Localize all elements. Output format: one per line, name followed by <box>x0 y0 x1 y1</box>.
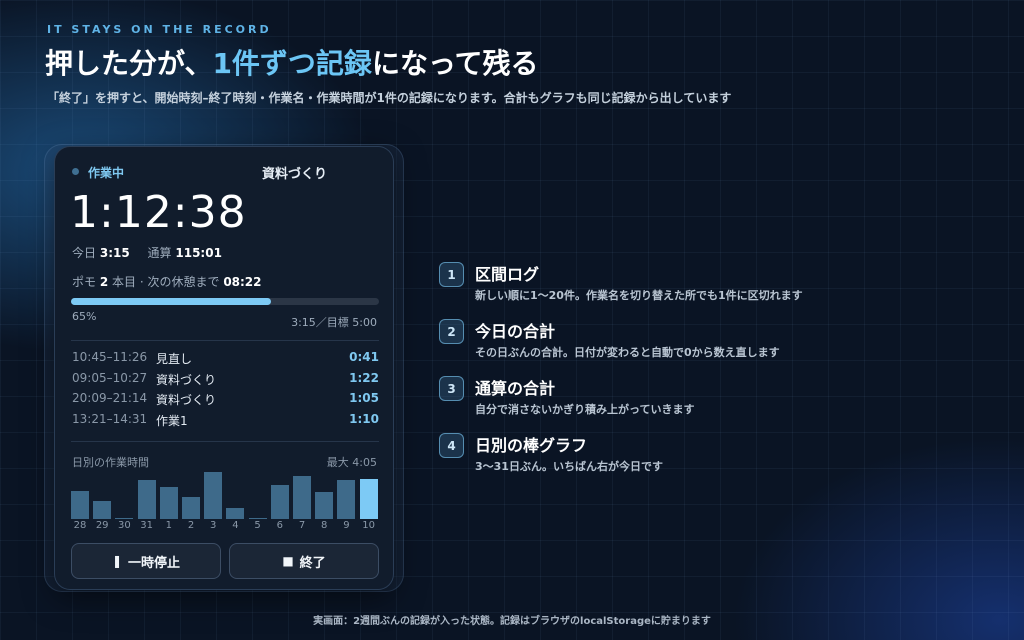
feature-title: 日別の棒グラフ <box>475 436 588 455</box>
bar-tick-label: 7 <box>298 520 306 531</box>
title-post: になって残る <box>371 47 539 80</box>
log-time: 13:21–14:31 <box>72 412 148 426</box>
feature-desc: 自分で消さないかぎり積み上がっていきます <box>475 403 695 416</box>
feature-number: 4 <box>439 433 464 458</box>
feature-desc: 新しい順に1〜20件。作業名を切り替えた所でも1件に区切れます <box>475 289 803 302</box>
feature-number: 3 <box>439 376 464 401</box>
stop-button[interactable]: ■ 終了 <box>229 543 379 579</box>
total-label: 通算 <box>147 246 172 260</box>
pause-label: 一時停止 <box>128 555 181 571</box>
divider <box>71 340 379 341</box>
goal-progress-fill <box>71 298 272 305</box>
feature-title: 区間ログ <box>475 265 540 284</box>
pomo-label: ポモ <box>72 275 97 289</box>
feature-number: 2 <box>439 319 464 344</box>
task-name: 資料づくり <box>262 167 328 182</box>
elapsed-timer: 1:12:38 <box>70 187 247 238</box>
title-pre: 押した分が、 <box>45 47 213 80</box>
feature-desc: 3〜31日ぶん。いちばん右が今日です <box>475 460 663 473</box>
goal-text: 3:15／目標 5:00 <box>291 316 377 329</box>
title-highlight: 1件ずつ記録 <box>212 47 372 80</box>
feature-title: 今日の合計 <box>475 322 556 341</box>
bar-tick-label: 9 <box>343 520 350 531</box>
log-time: 09:05–10:27 <box>72 371 148 385</box>
pomo-remaining: 08:22 <box>223 275 262 289</box>
goal-progress-bar <box>71 298 379 305</box>
pause-icon: ❚ <box>111 554 123 568</box>
totals-row: 今日 3:15 通算 115:01 <box>72 244 236 261</box>
total-value: 115:01 <box>175 246 222 260</box>
bar <box>71 491 89 519</box>
log-row: 09:05–10:27 資料づくり 1:22 <box>72 371 379 389</box>
log-duration: 0:41 <box>349 350 379 364</box>
bar <box>337 480 356 519</box>
today-value: 3:15 <box>99 246 130 260</box>
bar <box>293 476 311 519</box>
daily-bar-chart <box>71 469 381 519</box>
stop-icon: ■ <box>282 554 294 568</box>
bar-tick-label: 10 <box>362 520 375 531</box>
bar <box>315 492 334 519</box>
bar <box>93 501 112 519</box>
log-task-name: 資料づくり <box>156 373 217 387</box>
stop-label: 終了 <box>299 555 326 571</box>
bar-tick-label: 28 <box>73 520 87 531</box>
page-subtitle: 「終了」を押すと、開始時刻–終了時刻・作業名・作業時間が1件の記録になります。合… <box>47 91 732 105</box>
daily-bar-labels: 28 29 30 31 1 2 3 4 5 6 7 8 9 10 <box>71 520 381 534</box>
log-row: 20:09–21:14 資料づくり 1:05 <box>72 391 379 409</box>
chart-max-label: 最大 4:05 <box>326 456 377 469</box>
bar <box>115 518 134 519</box>
bar <box>182 497 200 519</box>
log-row: 13:21–14:31 作業1 1:10 <box>72 412 379 430</box>
bar-tick-label: 29 <box>95 520 109 531</box>
bar <box>137 480 156 519</box>
log-task-name: 資料づくり <box>156 393 217 407</box>
bar <box>159 487 178 519</box>
bar-tick-label: 4 <box>232 520 239 531</box>
progress-percent: 65% <box>72 310 97 323</box>
status-dot-icon <box>72 168 79 175</box>
bar-tick-label: 3 <box>210 520 217 531</box>
bar-tick-label: 30 <box>118 520 131 531</box>
log-time: 20:09–21:14 <box>72 391 148 405</box>
divider <box>71 441 379 442</box>
section-kicker: IT STAYS ON THE RECORD <box>47 23 272 36</box>
log-duration: 1:22 <box>349 371 379 385</box>
log-duration: 1:10 <box>349 412 379 426</box>
bar-tick-label: 1 <box>165 520 172 531</box>
log-duration: 1:05 <box>349 391 379 405</box>
status-label: 作業中 <box>88 166 125 180</box>
pomo-suffix: 本目 · 次の休憩まで <box>112 275 220 289</box>
bar <box>204 472 223 519</box>
feature-number: 1 <box>439 262 464 287</box>
bar-tick-label: 5 <box>254 520 261 531</box>
log-task-name: 作業1 <box>156 414 188 428</box>
today-label: 今日 <box>72 246 97 260</box>
log-row: 10:45–11:26 見直し 0:41 <box>72 350 379 368</box>
bar-tick-label: 2 <box>187 520 195 531</box>
bar <box>359 479 378 519</box>
pomodoro-row: ポモ 2 本目 · 次の休憩まで 08:22 <box>72 273 262 290</box>
feature-desc: その日ぶんの合計。日付が変わると自動で0から数え直します <box>475 346 780 359</box>
log-task-name: 見直し <box>156 352 193 366</box>
log-time: 10:45–11:26 <box>72 350 148 364</box>
pause-button[interactable]: ❚ 一時停止 <box>71 543 221 579</box>
bar-tick-label: 6 <box>276 520 283 531</box>
footer-note: 実画面：2週間ぶんの記録が入った状態。記録はブラウザのlocalStorageに… <box>313 616 711 627</box>
bar <box>270 485 289 519</box>
feature-title: 通算の合計 <box>475 379 556 398</box>
timer-card: 作業中 資料づくり 1:12:38 今日 3:15 通算 115:01 ポモ 2… <box>54 146 394 590</box>
pomo-count: 2 <box>99 275 109 289</box>
bar-tick-label: 31 <box>140 520 153 531</box>
bar <box>226 508 245 519</box>
chart-title: 日別の作業時間 <box>72 456 149 469</box>
bar <box>248 518 267 519</box>
page-title: 押した分が、1件ずつ記録になって残る <box>45 42 539 82</box>
bar-tick-label: 8 <box>321 520 328 531</box>
